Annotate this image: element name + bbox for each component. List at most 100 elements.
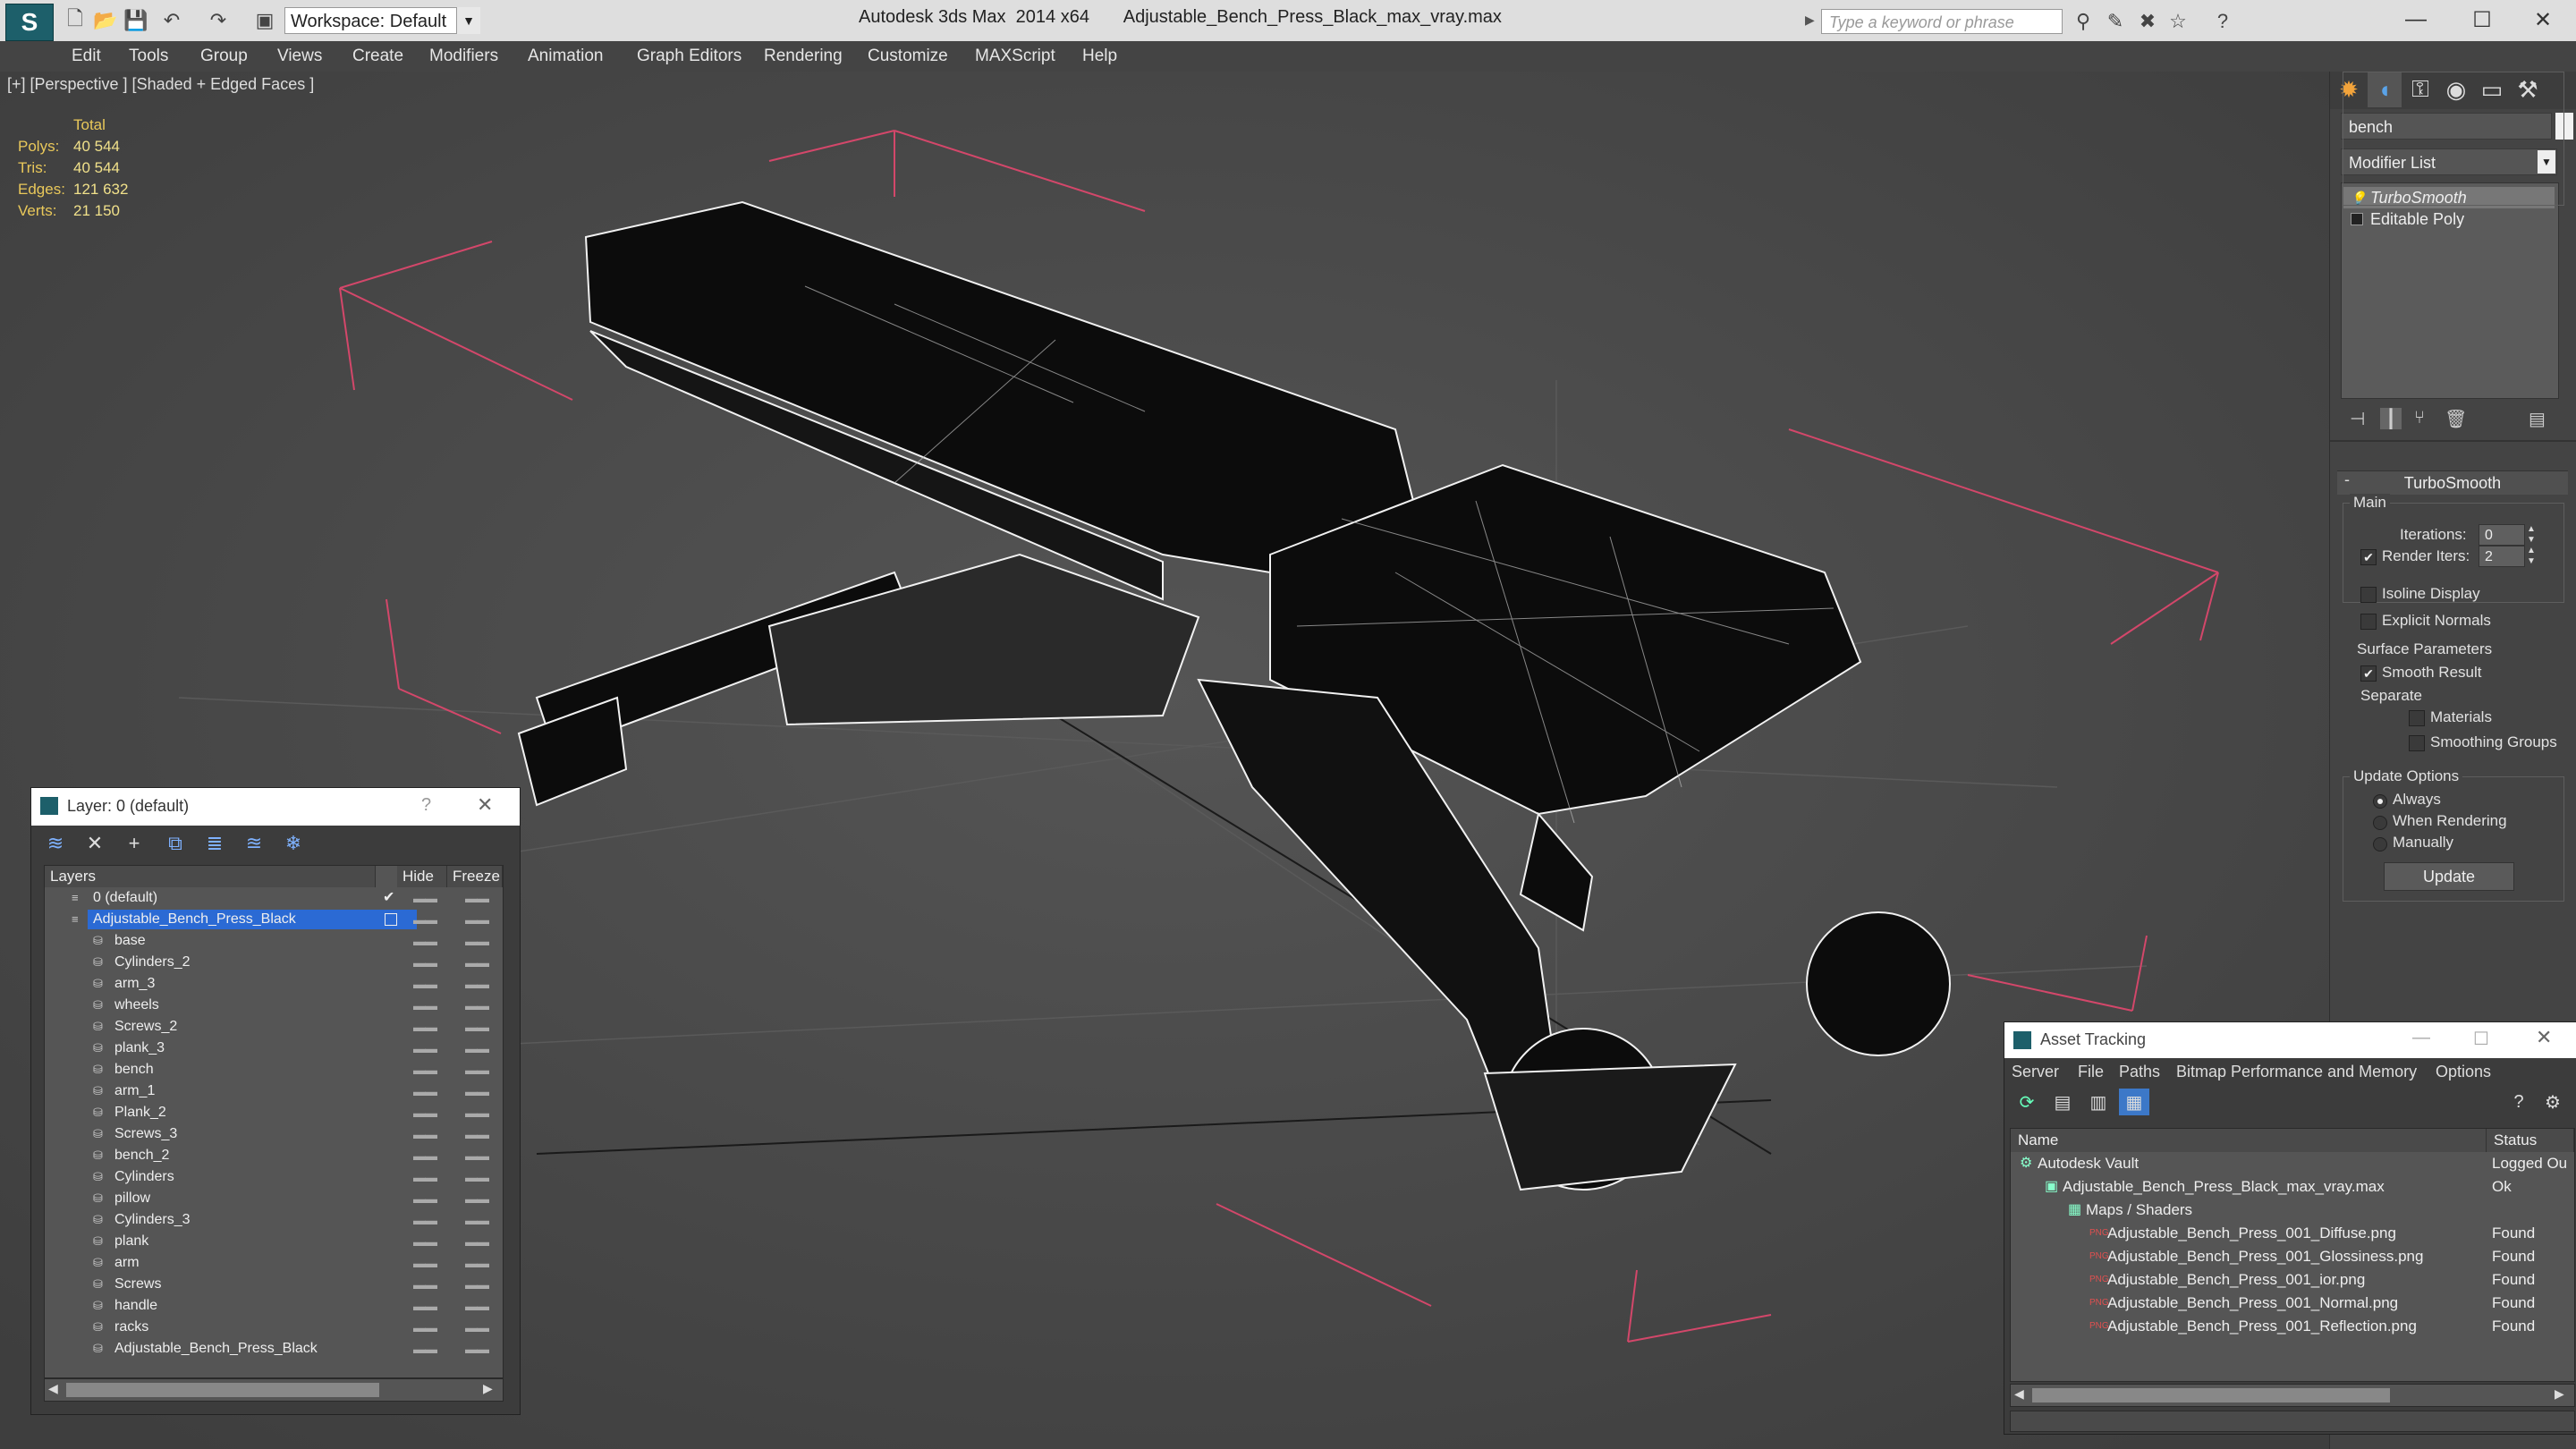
scroll-right-icon[interactable]: ▶	[2555, 1386, 2564, 1402]
settings-icon[interactable]: ⚙	[2538, 1089, 2568, 1115]
asset-row[interactable]: PNG Adjustable_Bench_Press_001_Glossiness…	[2011, 1245, 2574, 1268]
hide-toggle[interactable]: ▬▬	[413, 930, 437, 952]
menu-views[interactable]: Views	[277, 41, 322, 72]
asset-row[interactable]: ⚙ Autodesk Vault Logged Ou	[2011, 1152, 2574, 1175]
hide-toggle[interactable]: ▬▬	[413, 1188, 437, 1209]
add-to-layer-icon[interactable]: +	[119, 829, 149, 858]
layer-row[interactable]: ⛁ plank ▬▬ ▬▬	[45, 1231, 503, 1252]
layer-row[interactable]: ⛁ handle ▬▬ ▬▬	[45, 1295, 503, 1317]
layer-row[interactable]: ⛁ Adjustable_Bench_Press_Black ▬▬ ▬▬	[45, 1338, 503, 1360]
hide-toggle[interactable]: ▬▬	[413, 1102, 437, 1123]
help-icon[interactable]: ?	[2209, 9, 2236, 34]
layer-row[interactable]: ⛁ Screws_2 ▬▬ ▬▬	[45, 1016, 503, 1038]
select-objects-icon[interactable]: ⧉	[160, 829, 191, 858]
layer-row[interactable]: ⛁ Screws_3 ▬▬ ▬▬	[45, 1123, 503, 1145]
smooth-result-checkbox[interactable]: ✔	[2360, 665, 2377, 682]
asset-menu-options[interactable]: Options	[2436, 1058, 2491, 1085]
menu-group[interactable]: Group	[200, 41, 248, 72]
menu-tools[interactable]: Tools	[129, 41, 168, 72]
menu-help[interactable]: Help	[1082, 41, 1117, 72]
highlight-layer-icon[interactable]: ≣	[199, 829, 230, 858]
stack-item-editable-poly[interactable]: Editable Poly	[2343, 208, 2555, 230]
asset-menu-paths[interactable]: Paths	[2119, 1058, 2160, 1085]
column-header[interactable]: Layers	[45, 866, 376, 887]
new-file-icon[interactable]: 🗋	[63, 7, 88, 32]
asset-menu-file[interactable]: File	[2078, 1058, 2104, 1085]
asset-row[interactable]: PNG Adjustable_Bench_Press_001_ior.png Fou…	[2011, 1268, 2574, 1292]
layer-row[interactable]: ⛁ arm ▬▬ ▬▬	[45, 1252, 503, 1274]
table-view-icon[interactable]: ▦	[2119, 1089, 2149, 1115]
remove-modifier-icon[interactable]: 🗑	[2445, 408, 2467, 430]
spinner-arrows-icon[interactable]: ▲ ▼	[2527, 524, 2536, 546]
layer-row[interactable]: ⛁ pillow ▬▬ ▬▬	[45, 1188, 503, 1209]
freeze-toggle[interactable]: ▬▬	[465, 1016, 489, 1038]
layer-row[interactable]: ≡ Adjustable_Bench_Press_Black ▬▬ ▬▬	[45, 909, 503, 930]
hide-toggle[interactable]: ▬▬	[413, 1059, 437, 1080]
freeze-toggle[interactable]: ▬▬	[465, 1166, 489, 1188]
list-view-icon[interactable]: ▤	[2047, 1089, 2078, 1115]
minimize-icon[interactable]: —	[2385, 4, 2447, 36]
hide-toggle[interactable]: ▬▬	[413, 909, 437, 930]
viewport-label[interactable]: [+] [Perspective ] [Shaded + Edged Faces…	[7, 75, 314, 94]
set-current-layer-box[interactable]	[385, 913, 397, 926]
column-header[interactable]: Hide	[397, 866, 447, 887]
hide-toggle[interactable]: ▬▬	[413, 1016, 437, 1038]
menu-maxscript[interactable]: MAXScript	[975, 41, 1055, 72]
freeze-toggle[interactable]: ▬▬	[465, 1080, 489, 1102]
configure-modifier-sets-icon[interactable]: ▤	[2529, 408, 2546, 430]
hide-toggle[interactable]: ▬▬	[413, 1338, 437, 1360]
hide-toggle[interactable]: ▬▬	[413, 973, 437, 995]
freeze-toggle[interactable]: ▬▬	[465, 909, 489, 930]
hide-all-layers-icon[interactable]: ≊	[239, 829, 269, 858]
thumbnail-view-icon[interactable]: ▥	[2083, 1089, 2114, 1115]
layer-row[interactable]: ⛁ bench ▬▬ ▬▬	[45, 1059, 503, 1080]
freeze-toggle[interactable]: ▬▬	[465, 973, 489, 995]
materials-checkbox[interactable]	[2409, 710, 2425, 726]
undo-icon[interactable]: ↶	[159, 9, 184, 32]
spinner-arrows-icon[interactable]: ▲ ▼	[2527, 546, 2536, 567]
freeze-toggle[interactable]: ▬▬	[465, 1123, 489, 1145]
redo-icon[interactable]: ↷	[206, 9, 231, 32]
delete-layer-icon[interactable]: ✕	[80, 829, 110, 858]
open-file-icon[interactable]: 📂	[93, 9, 118, 32]
column-header[interactable]: Status	[2487, 1129, 2574, 1152]
asset-row[interactable]: ▣ Adjustable_Bench_Press_Black_max_vray.m…	[2011, 1175, 2574, 1199]
hide-toggle[interactable]: ▬▬	[413, 1080, 437, 1102]
layer-row[interactable]: ⛁ Screws ▬▬ ▬▬	[45, 1274, 503, 1295]
freeze-toggle[interactable]: ▬▬	[465, 1209, 489, 1231]
asset-row[interactable]: ▦ Maps / Shaders	[2011, 1199, 2574, 1222]
show-end-result-icon[interactable]: ┃	[2380, 408, 2402, 429]
scroll-right-icon[interactable]: ▶	[483, 1381, 493, 1396]
collapse-icon[interactable]: -	[2344, 470, 2350, 489]
menu-customize[interactable]: Customize	[868, 41, 948, 72]
workspace-dropdown[interactable]: Workspace: Default	[284, 7, 479, 34]
when-rendering-radio[interactable]	[2373, 816, 2387, 830]
asset-menu-bitmap-performance[interactable]: Bitmap Performance and Memory	[2176, 1058, 2417, 1085]
layer-row[interactable]: ⛁ plank_3 ▬▬ ▬▬	[45, 1038, 503, 1059]
scroll-left-icon[interactable]: ◀	[48, 1381, 58, 1396]
maximize-icon[interactable]: ☐	[2451, 4, 2513, 36]
render-iters-checkbox[interactable]: ✔	[2360, 549, 2377, 565]
freeze-toggle[interactable]: ▬▬	[465, 887, 489, 909]
update-button[interactable]: Update	[2384, 862, 2514, 891]
hide-toggle[interactable]: ▬▬	[413, 995, 437, 1016]
freeze-toggle[interactable]: ▬▬	[465, 1274, 489, 1295]
hide-toggle[interactable]: ▬▬	[413, 952, 437, 973]
layer-row[interactable]: ⛁ wheels ▬▬ ▬▬	[45, 995, 503, 1016]
freeze-toggle[interactable]: ▬▬	[465, 1188, 489, 1209]
app-logo-icon[interactable]: S	[5, 4, 54, 41]
freeze-toggle[interactable]: ▬▬	[465, 1338, 489, 1360]
hide-toggle[interactable]: ▬▬	[413, 1038, 437, 1059]
freeze-all-layers-icon[interactable]: ❄	[278, 829, 309, 858]
binoculars-icon[interactable]: ⚲	[2070, 9, 2097, 34]
save-icon[interactable]: 💾	[123, 9, 148, 32]
menu-modifiers[interactable]: Modifiers	[429, 41, 498, 72]
horizontal-scrollbar[interactable]: ◀ ▶	[44, 1378, 504, 1402]
layer-row[interactable]: ⛁ Cylinders ▬▬ ▬▬	[45, 1166, 503, 1188]
maximize-icon[interactable]: ☐	[2473, 1028, 2489, 1050]
menu-animation[interactable]: Animation	[528, 41, 604, 72]
layer-row[interactable]: ⛁ Cylinders_3 ▬▬ ▬▬	[45, 1209, 503, 1231]
always-radio[interactable]	[2373, 794, 2387, 809]
minimize-icon[interactable]: —	[2412, 1028, 2430, 1048]
search-input[interactable]: Type a keyword or phrase	[1821, 9, 2063, 34]
